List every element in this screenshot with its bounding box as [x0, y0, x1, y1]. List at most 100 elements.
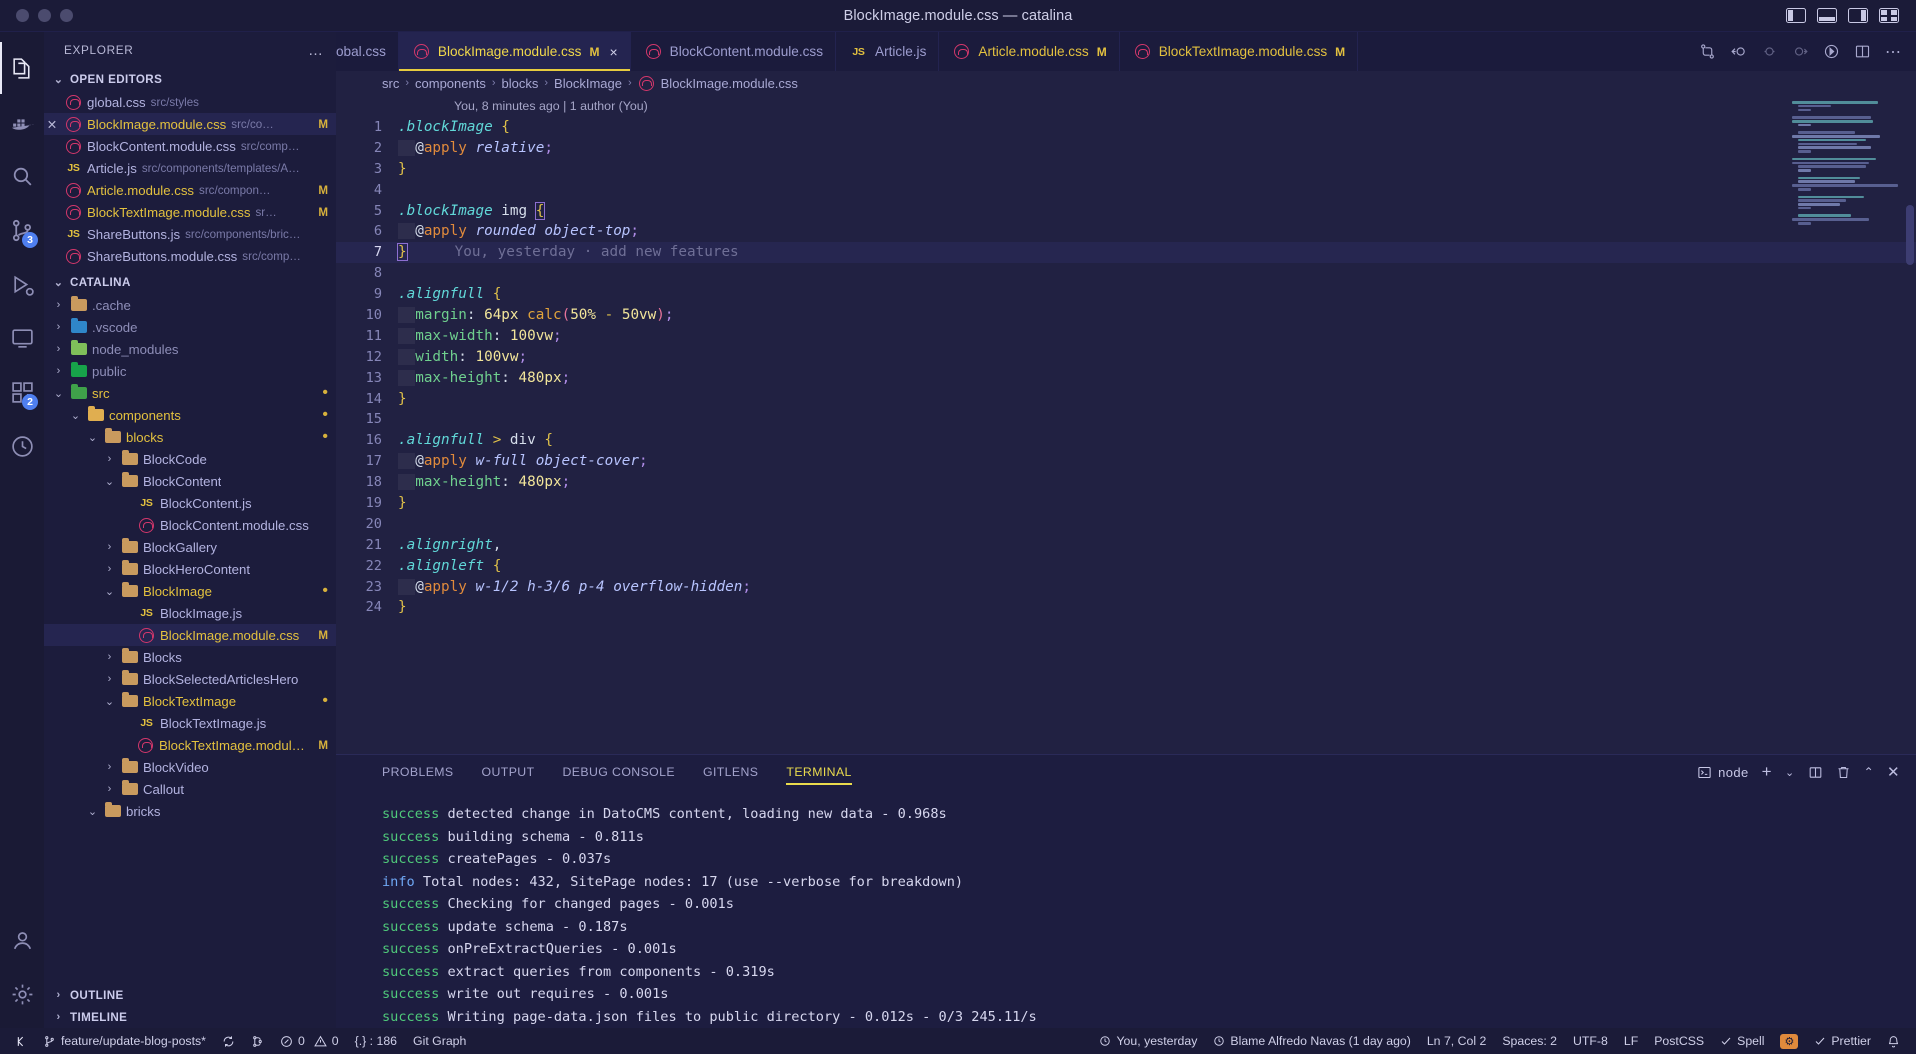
code-line[interactable]: 4	[336, 180, 1916, 201]
status-git-graph[interactable]: Git Graph	[405, 1028, 474, 1054]
activity-item-gitlens[interactable]	[0, 420, 44, 472]
status-prettier[interactable]: Prettier	[1806, 1028, 1879, 1054]
tree-folder[interactable]: › public	[44, 360, 336, 382]
panel-tab-problems[interactable]: PROBLEMS	[382, 755, 454, 789]
tree-folder[interactable]: › Blocks	[44, 646, 336, 668]
open-editor-item[interactable]: JS Article.js src/components/templates/A…	[44, 157, 336, 179]
section-open-editors[interactable]: ⌄ OPEN EDITORS	[44, 68, 336, 91]
code-lines[interactable]: 1 .blockImage {2 @apply relative; 3} 4 5 .blo…	[336, 117, 1916, 618]
sidebar-more-actions-icon[interactable]: …	[308, 42, 324, 59]
status-encoding[interactable]: UTF-8	[1565, 1028, 1616, 1054]
open-editor-item[interactable]: BlockTextImage.module.css sr… M	[44, 201, 336, 223]
status-settings-sync[interactable]: ⚙	[1772, 1028, 1806, 1054]
breadcrumb-part-blockimage[interactable]: BlockImage	[554, 76, 622, 91]
minimap[interactable]	[1792, 101, 1902, 225]
tree-folder[interactable]: › BlockVideo	[44, 756, 336, 778]
code-line[interactable]: 6 @apply rounded object-top;	[336, 221, 1916, 242]
next-change-icon[interactable]	[1792, 43, 1809, 60]
code-line[interactable]: 11 max-width: 100vw;	[336, 326, 1916, 347]
activity-item-settings[interactable]	[0, 968, 44, 1020]
code-line[interactable]: 14}	[336, 389, 1916, 410]
tree-file[interactable]: JS BlockImage.js	[44, 602, 336, 624]
previous-change-icon[interactable]	[1761, 43, 1778, 60]
section-timeline[interactable]: › TIMELINE	[44, 1006, 336, 1028]
code-line[interactable]: 3}	[336, 159, 1916, 180]
status-eol[interactable]: LF	[1616, 1028, 1646, 1054]
open-editor-item[interactable]: ShareButtons.module.css src/comp…	[44, 245, 336, 267]
editor-tab[interactable]: BlockContent.module.css	[630, 32, 837, 71]
panel-tab-gitlens[interactable]: GITLENS	[703, 755, 758, 789]
open-editor-item[interactable]: BlockContent.module.css src/comp…	[44, 135, 336, 157]
activity-item-source-control[interactable]: 3	[0, 204, 44, 256]
code-line[interactable]: 1 .blockImage {	[336, 117, 1916, 138]
code-line[interactable]: 10 margin: 64px calc(50% - 50vw);	[336, 305, 1916, 326]
status-spell-checker[interactable]: Spell	[1712, 1028, 1772, 1054]
editor-tab[interactable]: Article.module.css M	[939, 32, 1120, 71]
chevron-down-icon[interactable]: ⌄	[1785, 766, 1795, 779]
code-line[interactable]: 18 max-height: 480px;	[336, 472, 1916, 493]
breadcrumb-part-src[interactable]: src	[382, 76, 399, 91]
status-problems[interactable]: 0 0	[272, 1028, 347, 1054]
code-line[interactable]: 9 .alignfull {	[336, 284, 1916, 305]
close-tab-icon[interactable]: ×	[609, 44, 617, 60]
tree-file[interactable]: JS BlockContent.js	[44, 492, 336, 514]
tree-folder[interactable]: › BlockHeroContent	[44, 558, 336, 580]
activity-item-explorer[interactable]	[0, 42, 44, 94]
open-editor-item[interactable]: ✕ BlockImage.module.css src/co… M	[44, 113, 336, 135]
status-indentation[interactable]: Spaces: 2	[1494, 1028, 1565, 1054]
toggle-primary-sidebar-icon[interactable]	[1786, 8, 1806, 23]
compare-changes-icon[interactable]	[1699, 43, 1716, 60]
editor-scrollbar-thumb[interactable]	[1906, 205, 1914, 265]
toggle-panel-icon[interactable]	[1817, 8, 1837, 23]
more-actions-icon[interactable]: ⋯	[1885, 42, 1902, 62]
open-editor-item[interactable]: global.css src/styles	[44, 91, 336, 113]
tree-folder[interactable]: › node_modules	[44, 338, 336, 360]
code-line[interactable]: 19}	[336, 493, 1916, 514]
split-editor-icon[interactable]	[1854, 43, 1871, 60]
panel-tab-output[interactable]: OUTPUT	[482, 755, 535, 789]
tree-folder[interactable]: ⌄ bricks	[44, 800, 336, 822]
code-line[interactable]: 21 .alignright,	[336, 535, 1916, 556]
code-line[interactable]: 8	[336, 263, 1916, 284]
panel-tab-terminal[interactable]: TERMINAL	[786, 755, 853, 789]
terminal-output[interactable]: success detected change in DatoCMS conte…	[336, 789, 1916, 1028]
customize-layout-icon[interactable]	[1879, 8, 1899, 23]
code-line[interactable]: 17 @apply w-full object-cover;	[336, 451, 1916, 472]
new-terminal-icon[interactable]: +	[1762, 762, 1772, 782]
activity-item-search[interactable]	[0, 150, 44, 202]
revert-icon[interactable]	[1730, 43, 1747, 60]
code-line[interactable]: 5 .blockImage img {	[336, 201, 1916, 222]
tree-file[interactable]: BlockContent.module.css	[44, 514, 336, 536]
status-cursor-position[interactable]: Ln 7, Col 2	[1419, 1028, 1494, 1054]
toggle-secondary-sidebar-icon[interactable]	[1848, 8, 1868, 23]
status-git-graph-toggle[interactable]	[243, 1028, 272, 1054]
breadcrumb-part-file[interactable]: BlockImage.module.css	[661, 76, 798, 91]
terminal-profile-selector[interactable]: node	[1697, 765, 1749, 780]
code-line[interactable]: 16 .alignfull > div {	[336, 430, 1916, 451]
tree-folder[interactable]: › .vscode	[44, 316, 336, 338]
tree-folder[interactable]: ⌄ BlockImage •	[44, 580, 336, 602]
code-line[interactable]: 7} You, yesterday · add new features	[336, 242, 1916, 264]
code-line[interactable]: 24}	[336, 597, 1916, 618]
status-gitlens-blame[interactable]: Blame Alfredo Navas (1 day ago)	[1205, 1028, 1418, 1054]
activity-item-extensions[interactable]: 2	[0, 366, 44, 418]
editor-tab[interactable]: obal.css	[336, 32, 399, 71]
activity-item-remote-explorer[interactable]	[0, 312, 44, 364]
tree-folder[interactable]: ⌄ BlockContent	[44, 470, 336, 492]
editor-tab[interactable]: BlockImage.module.css M ×	[398, 32, 631, 71]
panel-tab-debug-console[interactable]: DEBUG CONSOLE	[563, 755, 675, 789]
tree-folder[interactable]: ⌄ src •	[44, 382, 336, 404]
status-braces[interactable]: {.} : 186	[347, 1028, 405, 1054]
code-line[interactable]: 20	[336, 514, 1916, 535]
code-line[interactable]: 2 @apply relative;	[336, 138, 1916, 159]
open-editor-item[interactable]: JS ShareButtons.js src/components/bric…	[44, 223, 336, 245]
breadcrumb-part-components[interactable]: components	[415, 76, 486, 91]
status-remote-indicator[interactable]	[8, 1028, 35, 1054]
tree-folder[interactable]: ⌄ blocks •	[44, 426, 336, 448]
code-line[interactable]: 22 .alignleft {	[336, 556, 1916, 577]
tree-folder[interactable]: ⌄ components •	[44, 404, 336, 426]
section-workspace[interactable]: ⌄ CATALINA	[44, 271, 336, 294]
status-branch[interactable]: feature/update-blog-posts*	[35, 1028, 214, 1054]
close-editor-icon[interactable]: ✕	[44, 117, 60, 132]
tree-folder[interactable]: › BlockGallery	[44, 536, 336, 558]
